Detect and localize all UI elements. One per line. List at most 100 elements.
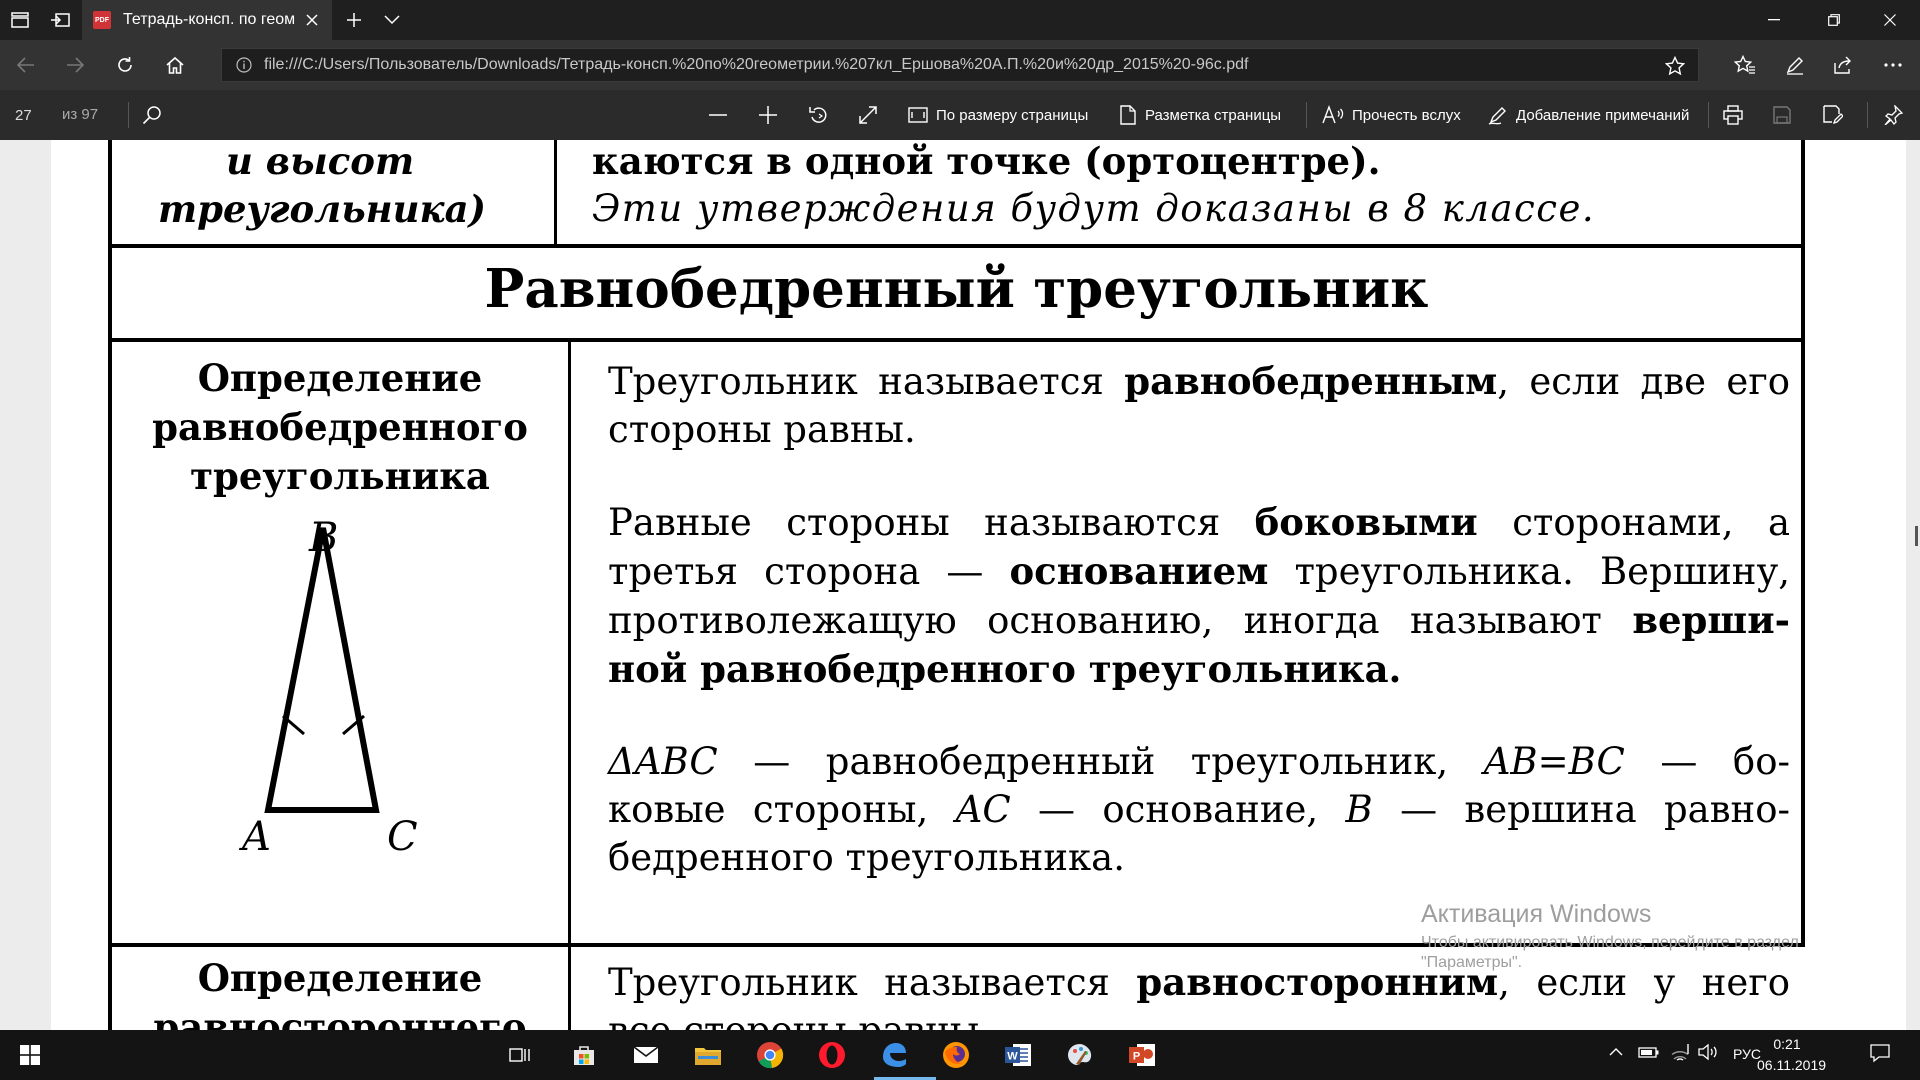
vertex-b-label: B [309,515,339,561]
opera-icon[interactable] [812,1035,852,1075]
table-rule-1 [108,244,1805,248]
watermark-title: Активация Windows [1421,900,1652,928]
read-aloud-button[interactable]: Прочесть вслух [1322,100,1461,130]
store-icon[interactable] [564,1035,604,1075]
minimize-icon[interactable] [1744,0,1804,40]
back-arrow-icon[interactable] [6,45,46,85]
title-bar: PDF Тетрадь-консп. по геом [0,0,1920,40]
isosceles-triangle-figure [264,527,380,813]
chrome-icon[interactable] [750,1035,790,1075]
p3-triangle-abc: ΔABC [608,740,718,783]
show-hidden-icons-chevron[interactable] [1608,1044,1624,1060]
pdf-toolbar: 27 из 97 По размеру страницы Разметка ст… [0,90,1920,140]
new-tab-icon[interactable] [334,0,374,40]
set-aside-tabs-icon[interactable] [40,0,80,40]
powerpoint-icon[interactable]: P [1122,1035,1162,1075]
volume-icon[interactable] [1698,1043,1720,1061]
add-notes-button[interactable]: Добавление примечаний [1488,100,1689,130]
close-window-icon[interactable] [1860,0,1920,40]
forward-arrow-icon[interactable] [55,45,95,85]
address-bar[interactable]: file:///C:/Users/Пользователь/Downloads/… [221,48,1699,82]
p2-l3-term: верши- [1632,598,1790,642]
edge-icon[interactable] [874,1035,936,1080]
definition-label: Определение равнобедренного треугольника [112,354,568,501]
save-as-icon[interactable] [1823,100,1851,130]
p2-l2-a: третья сторона — [608,550,984,593]
refresh-icon[interactable] [105,45,145,85]
p3-l2-c: — основание, [1037,788,1319,831]
section-title: Равнобедренный треугольник [484,258,1429,320]
pen-icon [1488,107,1506,125]
fit-page-label: По размеру страницы [936,106,1089,124]
tab-preview-chevron-icon[interactable] [372,0,412,40]
battery-icon[interactable] [1638,1044,1660,1060]
favorite-star-icon[interactable] [1664,55,1686,77]
home-icon[interactable] [155,45,195,85]
more-options-icon[interactable] [1873,45,1913,85]
pdf-viewer[interactable]: и высот треугольника) каются в одной точ… [0,140,1920,1030]
scrollbar-thumb[interactable] [1915,526,1918,546]
share-icon[interactable] [1824,45,1864,85]
p1-line2: стороны равны. [608,408,916,451]
p2-l3-a: противолежащую основанию, иногда называю… [608,599,1602,642]
print-icon[interactable] [1723,100,1751,130]
p2-l2-c: треугольника. Вершину, [1294,550,1790,593]
p1-text-c: , если две его [1497,360,1790,403]
add-notes-label: Добавление примечаний [1516,106,1690,124]
close-tab-icon[interactable] [302,10,322,30]
page-layout-icon [1120,105,1136,125]
p3-l3: бедренного треугольника. [608,836,1125,879]
tab-pdf[interactable]: PDF Тетрадь-консп. по геом [82,0,332,40]
p3-l1-b: — равнобедренный треугольник, [753,740,1449,783]
mail-icon[interactable] [626,1035,666,1075]
def1-label-line1: Определение [197,356,483,400]
zoom-in-icon[interactable] [758,100,786,130]
vertex-a-label: A [242,814,271,860]
tab-actions-icon[interactable] [0,0,40,40]
start-windows-icon[interactable] [10,1035,50,1075]
info-icon[interactable] [230,57,258,73]
paint-icon[interactable] [1060,1035,1100,1075]
rotate-icon[interactable] [808,100,838,130]
p3-l1-d: — бо- [1660,740,1790,783]
firefox-icon[interactable] [936,1035,976,1075]
page-layout-button[interactable]: Разметка страницы [1119,100,1281,130]
def2-label-line2: равностороннего [153,1005,527,1030]
vertex-c-label: C [387,814,418,860]
p2-l1-a: Равные стороны называются [608,501,1221,544]
favorites-icon[interactable] [1725,45,1765,85]
pin-toolbar-icon[interactable] [1883,100,1911,130]
def1-label-line3: треугольника [190,454,490,498]
divider [1708,102,1709,128]
page-number-input[interactable]: 27 [8,100,48,130]
file-explorer-icon[interactable] [688,1035,728,1075]
table-rule-2 [108,338,1805,342]
zoom-out-icon[interactable] [708,100,736,130]
pdf-page: и высот треугольника) каются в одной точ… [51,140,1906,1030]
triangle-shape [264,527,380,813]
wifi-icon[interactable] [1670,1043,1690,1061]
divider [1867,102,1868,128]
word-icon[interactable]: W [998,1035,1038,1075]
restore-icon[interactable] [1804,0,1864,40]
fit-page-button[interactable]: По размеру страницы [908,100,1088,130]
p3-b: B [1345,788,1373,831]
tab-title: Тетрадь-консп. по геом [123,11,296,28]
url-text[interactable]: file:///C:/Users/Пользователь/Downloads/… [264,56,1644,74]
clock[interactable]: 0:21 06.11.2019 [1757,1034,1826,1076]
top-left-line1: и высот [226,140,415,183]
def2-label-line1: Определение [197,956,483,1000]
taskbar: W P РУС 0:21 06.11.2019 [0,1030,1920,1080]
top-right-line2: Эти утверждения будут доказаны в 8 класс… [592,187,1596,230]
search-icon[interactable] [142,100,170,130]
table-border-right [1801,140,1805,946]
notes-pen-icon[interactable] [1775,45,1815,85]
notifications-icon[interactable] [1870,1043,1890,1063]
task-view-icon[interactable] [500,1035,540,1075]
p2-l1-c: сторонами, а [1512,501,1791,544]
divider [1306,102,1307,128]
save-icon[interactable] [1773,100,1799,130]
fullscreen-icon[interactable] [858,100,886,130]
svg-text:P: P [1133,1051,1140,1063]
p2-l1-term: боковыми [1254,500,1478,544]
